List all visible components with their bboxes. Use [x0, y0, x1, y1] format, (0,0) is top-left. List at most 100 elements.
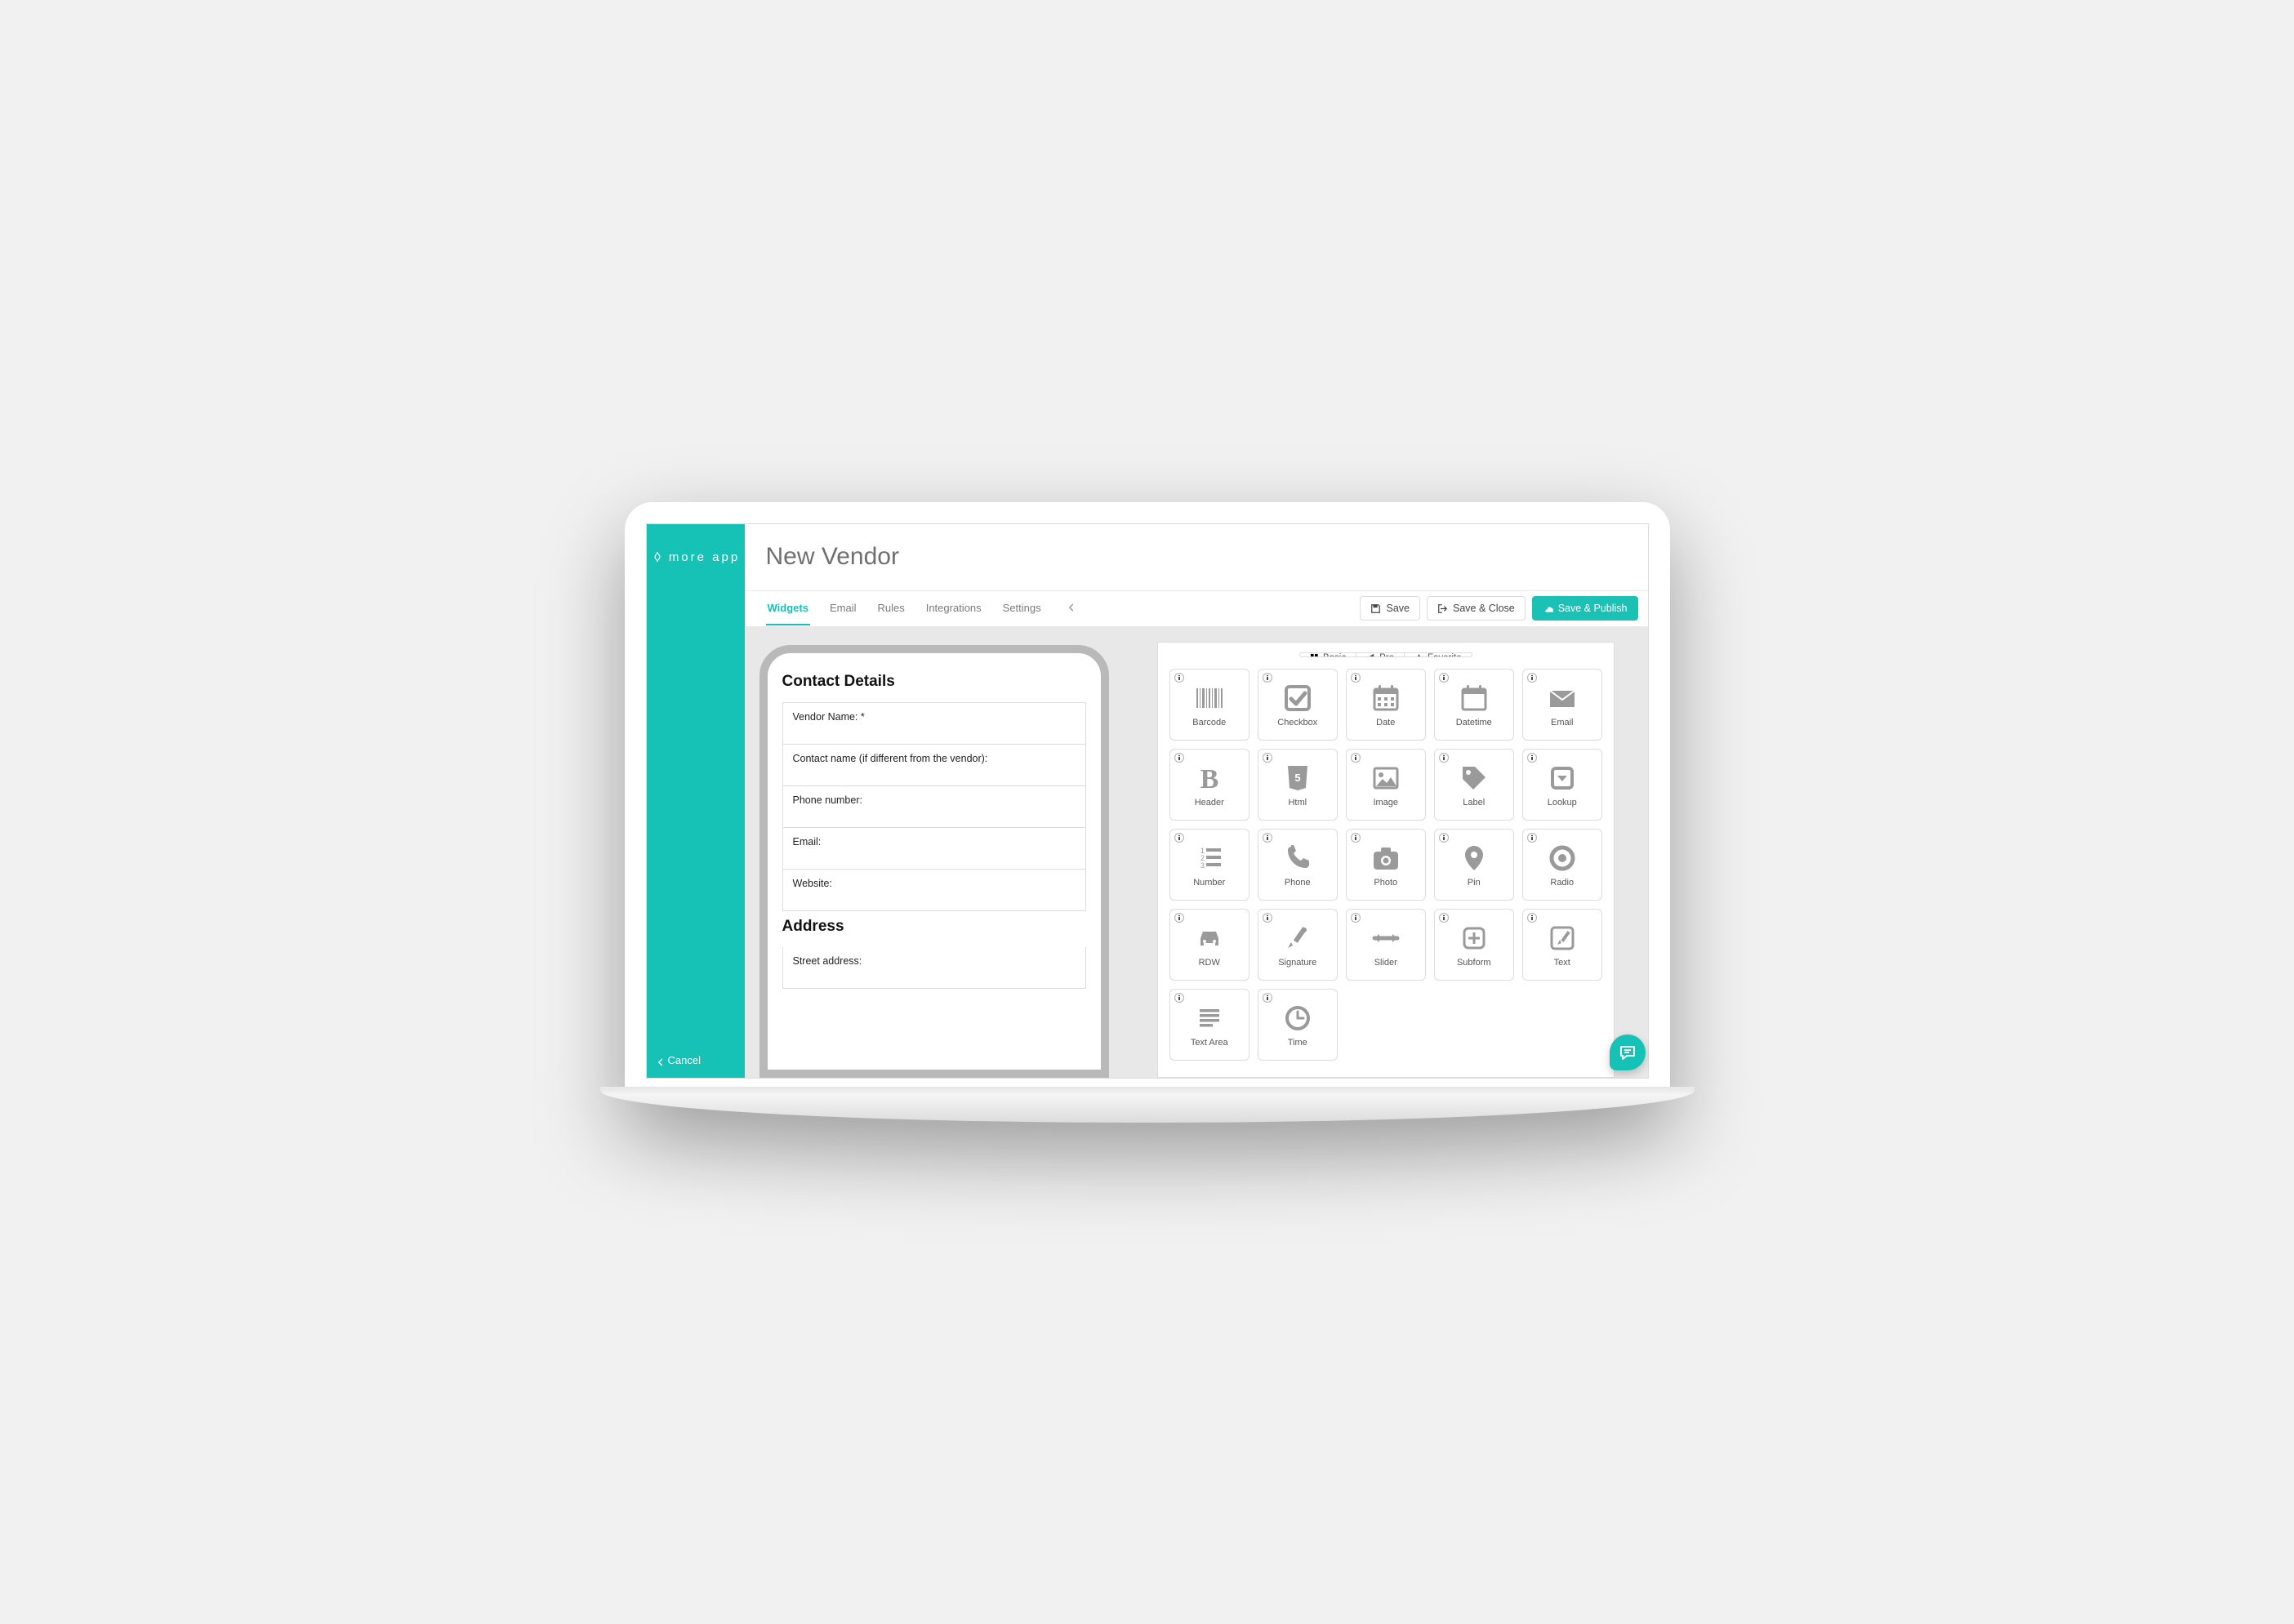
tab-widgets[interactable]: Widgets [766, 602, 810, 625]
number-icon [1192, 842, 1227, 874]
save-publish-button[interactable]: Save & Publish [1532, 596, 1638, 621]
save-button[interactable]: Save [1360, 596, 1420, 621]
save-icon [1370, 603, 1381, 614]
text-icon [1544, 922, 1580, 954]
tab-settings[interactable]: Settings [1001, 602, 1043, 625]
widget-phone[interactable]: Phone [1258, 829, 1338, 901]
widget-html[interactable]: Html [1258, 749, 1338, 821]
widget-label: Photo [1374, 878, 1397, 888]
brand-name: more app [669, 550, 740, 564]
toolbar: Widgets Email Rules Integrations Setting… [745, 591, 1648, 627]
info-icon[interactable] [1263, 833, 1272, 845]
widget-label: Number [1193, 878, 1225, 888]
info-icon[interactable] [1263, 993, 1272, 1005]
cancel-button[interactable]: Cancel [647, 591, 745, 1078]
slider-icon [1368, 922, 1404, 954]
info-icon[interactable] [1174, 993, 1184, 1005]
field-phone[interactable]: Phone number: [782, 786, 1087, 828]
info-icon[interactable] [1439, 833, 1449, 845]
chat-fab[interactable] [1610, 1034, 1646, 1070]
widget-checkbox[interactable]: Checkbox [1258, 669, 1338, 741]
widget-label: Lookup [1548, 798, 1577, 808]
save-close-button[interactable]: Save & Close [1427, 596, 1526, 621]
field-website[interactable]: Website: [782, 870, 1087, 911]
main-column: New Vendor Widgets Email Rules Integrati… [745, 524, 1648, 1078]
widget-datetime[interactable]: Datetime [1434, 669, 1514, 741]
widget-radio[interactable]: Radio [1522, 829, 1602, 901]
info-icon[interactable] [1263, 673, 1272, 685]
photo-icon [1368, 842, 1404, 874]
widget-label: Barcode [1192, 718, 1226, 727]
widget-label[interactable]: Label [1434, 749, 1514, 821]
field-vendor-name[interactable]: Vendor Name: * [782, 702, 1087, 745]
subform-icon [1456, 922, 1492, 954]
info-icon[interactable] [1439, 753, 1449, 765]
app-shell: more app Cancel New Vendor Widgets Email… [646, 523, 1649, 1079]
barcode-icon [1192, 682, 1227, 714]
info-icon[interactable] [1351, 753, 1361, 765]
tabs-scroll-left[interactable] [1061, 592, 1082, 625]
widget-slider[interactable]: Slider [1346, 909, 1426, 981]
widget-label: Html [1288, 798, 1307, 808]
field-street-address[interactable]: Street address: [782, 947, 1087, 989]
info-icon[interactable] [1351, 913, 1361, 925]
widget-date[interactable]: Date [1346, 669, 1426, 741]
field-email[interactable]: Email: [782, 828, 1087, 870]
info-icon[interactable] [1174, 753, 1184, 765]
save-publish-label: Save & Publish [1558, 603, 1628, 614]
widget-time[interactable]: Time [1258, 989, 1338, 1061]
widget-label: Date [1376, 718, 1395, 727]
widget-image[interactable]: Image [1346, 749, 1426, 821]
info-icon[interactable] [1263, 753, 1272, 765]
widget-subform[interactable]: Subform [1434, 909, 1514, 981]
widget-signature[interactable]: Signature [1258, 909, 1338, 981]
widget-number[interactable]: Number [1169, 829, 1249, 901]
radio-icon [1544, 842, 1580, 874]
widget-email[interactable]: Email [1522, 669, 1602, 741]
widget-barcode[interactable]: Barcode [1169, 669, 1249, 741]
widget-label: Radio [1550, 878, 1574, 888]
info-icon[interactable] [1527, 753, 1537, 765]
brand-column: more app Cancel [647, 524, 745, 1078]
info-icon[interactable] [1174, 833, 1184, 845]
widget-pin[interactable]: Pin [1434, 829, 1514, 901]
widget-header[interactable]: Header [1169, 749, 1249, 821]
widget-label: Label [1463, 798, 1485, 808]
wheat-icon [651, 551, 664, 564]
info-icon[interactable] [1439, 913, 1449, 925]
pin-icon [1456, 842, 1492, 874]
filter-favorite[interactable]: Favorite [1404, 653, 1472, 657]
field-contact-name[interactable]: Contact name (if different from the vend… [782, 745, 1087, 786]
filter-pro-label: Pro [1379, 653, 1394, 657]
info-icon[interactable] [1439, 673, 1449, 685]
info-icon[interactable] [1174, 673, 1184, 685]
filter-favorite-label: Favorite [1428, 653, 1462, 657]
info-icon[interactable] [1263, 913, 1272, 925]
widget-text-area[interactable]: Text Area [1169, 989, 1249, 1061]
info-icon[interactable] [1527, 833, 1537, 845]
info-icon[interactable] [1527, 673, 1537, 685]
tab-email[interactable]: Email [828, 602, 858, 625]
info-icon[interactable] [1174, 913, 1184, 925]
phone-icon [1280, 842, 1316, 874]
tab-integrations[interactable]: Integrations [924, 602, 983, 625]
rdw-icon [1192, 922, 1227, 954]
widget-label: Pin [1468, 878, 1481, 888]
email-icon [1544, 682, 1580, 714]
widget-rdw[interactable]: RDW [1169, 909, 1249, 981]
filter-pro[interactable]: Pro [1356, 653, 1404, 657]
widget-lookup[interactable]: Lookup [1522, 749, 1602, 821]
text-area-icon [1192, 1002, 1227, 1034]
tab-rules[interactable]: Rules [875, 602, 906, 625]
page-title: New Vendor [766, 543, 899, 571]
widget-label: Slider [1374, 958, 1397, 968]
info-icon[interactable] [1351, 673, 1361, 685]
filter-basic[interactable]: Basic [1300, 653, 1356, 657]
chat-icon [1619, 1043, 1637, 1061]
info-icon[interactable] [1527, 913, 1537, 925]
widget-text[interactable]: Text [1522, 909, 1602, 981]
widget-photo[interactable]: Photo [1346, 829, 1426, 901]
widget-label: Checkbox [1277, 718, 1317, 727]
info-icon[interactable] [1351, 833, 1361, 845]
workspace: Contact Details Vendor Name: * Contact n… [745, 627, 1648, 1078]
